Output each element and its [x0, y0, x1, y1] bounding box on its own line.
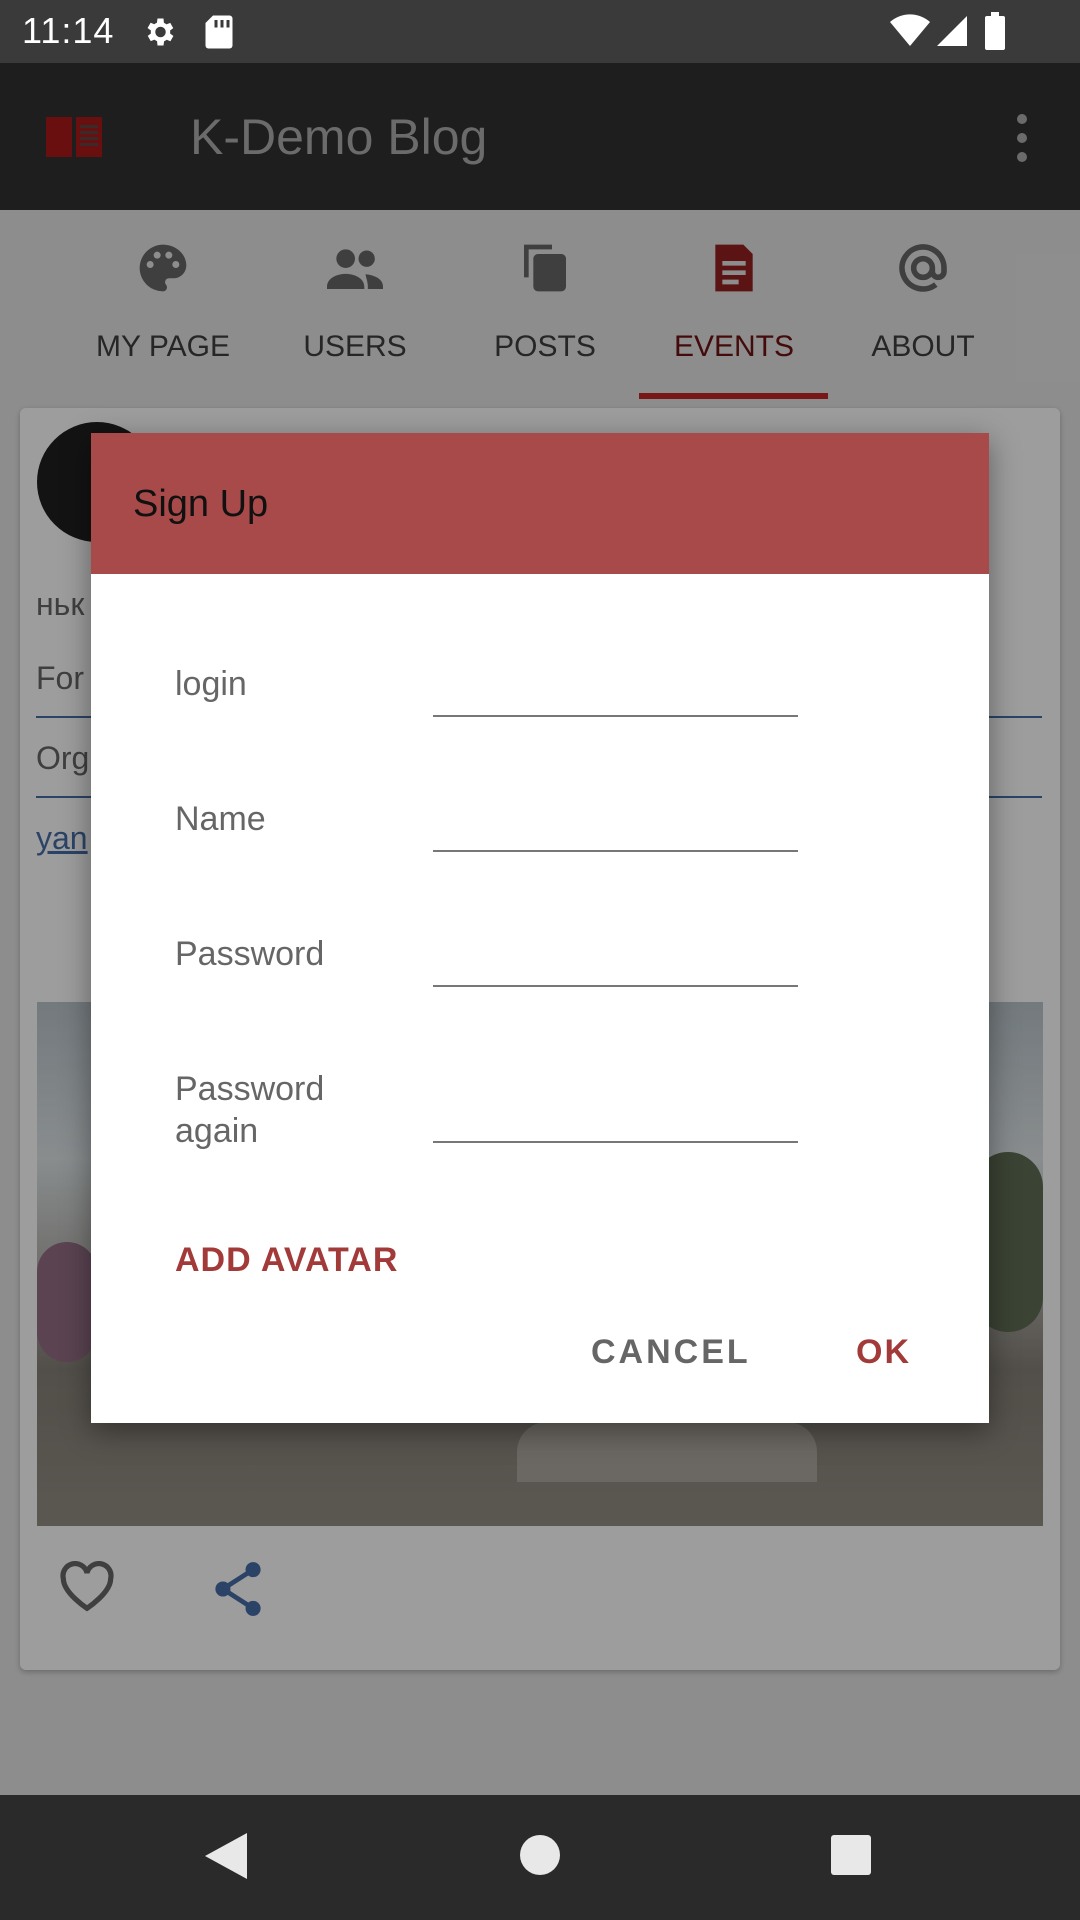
- name-field[interactable]: [433, 802, 798, 852]
- signal-icon: [937, 16, 967, 46]
- home-icon[interactable]: [520, 1835, 560, 1875]
- recent-apps-icon[interactable]: [831, 1835, 871, 1875]
- more-vert-icon[interactable]: [1012, 113, 1032, 163]
- ok-button[interactable]: OK: [856, 1333, 911, 1372]
- app-bar: K-Demo Blog: [0, 63, 1080, 210]
- navigation-bar: [0, 1795, 1080, 1920]
- battery-icon: [985, 12, 1005, 50]
- name-label: Name: [175, 800, 266, 838]
- cancel-button[interactable]: CANCEL: [591, 1333, 751, 1372]
- password-again-field[interactable]: [433, 1093, 798, 1143]
- login-label: login: [175, 665, 247, 703]
- password-field[interactable]: [433, 937, 798, 987]
- app-title: K-Demo Blog: [190, 109, 488, 165]
- sd-card-icon: [205, 15, 233, 49]
- login-field[interactable]: [433, 667, 798, 717]
- password-label: Password: [175, 935, 325, 973]
- book-logo-icon: [46, 117, 102, 157]
- status-time: 11:14: [22, 10, 115, 51]
- back-icon[interactable]: [205, 1833, 247, 1879]
- settings-gear-icon: [147, 18, 174, 46]
- add-avatar-button[interactable]: ADD AVATAR: [175, 1241, 398, 1280]
- sign-up-dialog: Sign Up login Name Password Password aga…: [91, 433, 989, 1423]
- wifi-icon: [890, 14, 930, 46]
- password-again-label: Password again: [175, 1070, 325, 1150]
- status-bar: 11:14: [0, 0, 1080, 63]
- dialog-header: Sign Up: [91, 433, 989, 574]
- dialog-title: Sign Up: [133, 483, 269, 525]
